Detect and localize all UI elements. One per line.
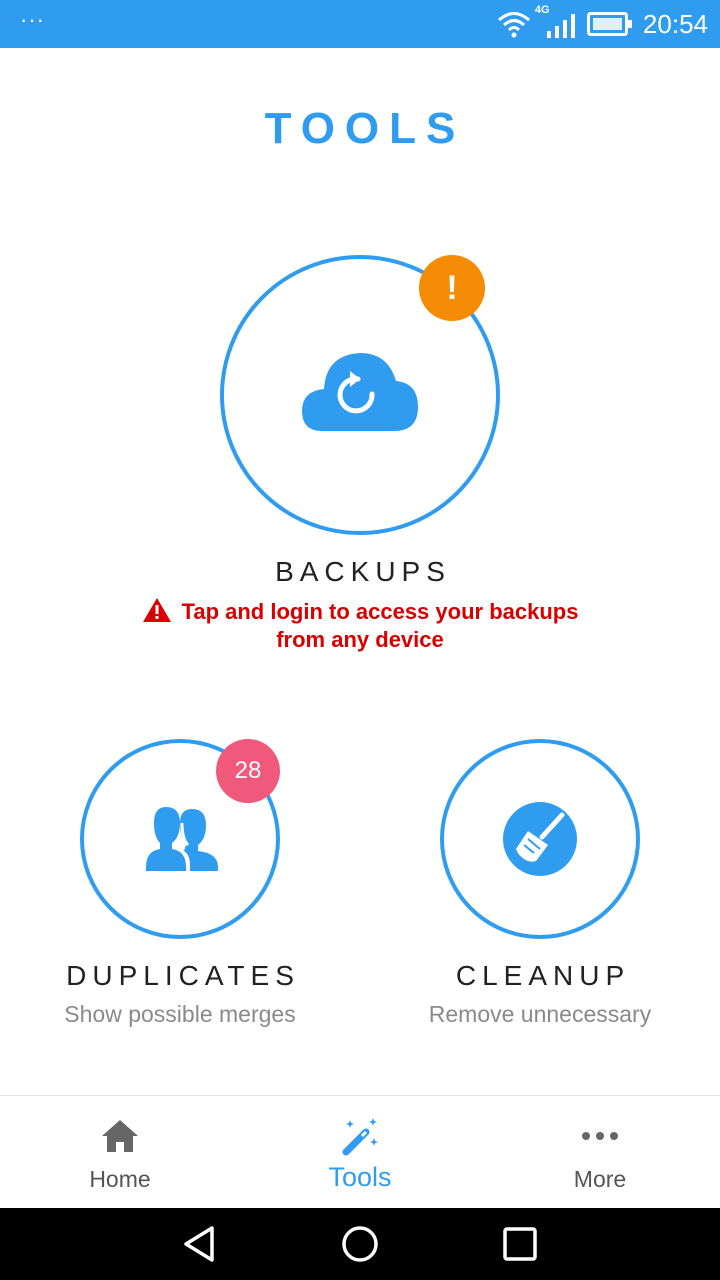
warning-line-1: Tap and login to access your backups [181,599,579,624]
cleanup-subtitle: Remove unnecessary [428,1001,652,1027]
nav-more-label: More [573,1166,627,1192]
duplicates-label: DUPLICATES [66,960,300,991]
system-navigation-bar [0,1208,720,1280]
notification-dots: ··· [20,7,45,32]
back-icon[interactable] [180,1224,220,1264]
broom-icon [503,802,577,876]
status-icons: 4G 20:54 [497,4,708,40]
nav-more[interactable]: More [480,1096,720,1209]
people-icon [146,807,218,871]
duplicates-subtitle: Show possible merges [64,1001,296,1027]
status-bar: ··· 4G 20:54 [0,0,720,48]
bottom-navigation: Home Tools More [0,1095,720,1208]
signal-icon [546,14,575,38]
backups-label: BACKUPS [275,556,451,587]
wifi-icon [497,12,530,38]
backup-login-warning[interactable]: Tap and login to access your backups fro… [120,597,600,654]
battery-icon [586,12,632,36]
cloud-restore-icon [302,353,418,431]
page-title: TOOLS [264,104,466,153]
warning-triangle-icon [142,598,171,622]
more-dots-icon [582,1132,618,1140]
home-circle-icon[interactable] [340,1224,380,1264]
duplicates-count-badge: 28 [216,739,280,803]
clock: 20:54 [642,8,708,39]
nav-tools[interactable]: Tools [240,1096,480,1209]
cleanup-label: CLEANUP [455,960,631,991]
warning-line-2: from any device [276,627,444,652]
cell-signal: 4G [535,4,577,40]
magic-wand-icon [342,1118,378,1156]
nav-home-label: Home [89,1166,151,1192]
recent-apps-icon[interactable] [500,1224,540,1264]
nav-tools-label: Tools [328,1162,392,1192]
cleanup-button[interactable] [440,739,640,939]
home-icon [102,1120,138,1152]
backup-warning-badge: ! [419,255,485,321]
nav-home[interactable]: Home [0,1096,240,1209]
